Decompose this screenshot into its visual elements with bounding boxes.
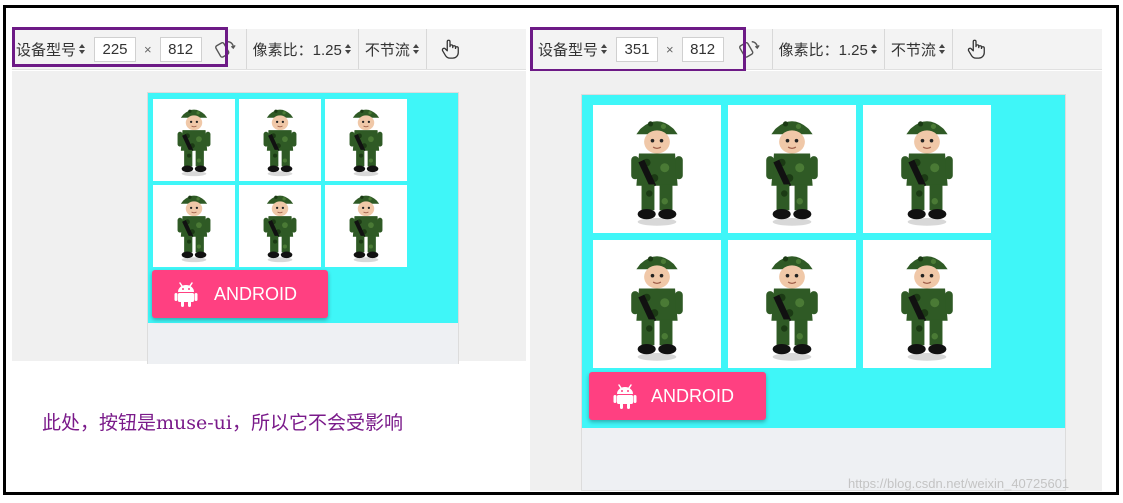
touch-hand-icon bbox=[439, 38, 461, 60]
rotate-device-icon bbox=[214, 38, 236, 60]
sort-arrows-icon bbox=[870, 43, 878, 55]
left-device-toolbar: 设备型号 225 × 812 像素比：1.25 不节流 bbox=[12, 29, 526, 70]
right-image-tile bbox=[593, 240, 721, 368]
right-image-tile bbox=[593, 105, 721, 233]
soldier-figure-image bbox=[177, 195, 211, 263]
soldier-figure-image bbox=[630, 120, 684, 227]
right-throttle-select[interactable]: 不节流 bbox=[885, 29, 953, 69]
right-pixel-ratio-select[interactable]: 像素比：1.25 bbox=[773, 29, 885, 69]
right-times-sign: × bbox=[666, 41, 674, 57]
right-device-toolbar: 设备型号 351 × 812 像素比：1.25 不节流 bbox=[530, 29, 1102, 70]
soldier-figure-image bbox=[900, 255, 954, 362]
left-image-tile bbox=[325, 185, 407, 267]
soldier-figure-image bbox=[765, 255, 819, 362]
right-android-button-label: ANDROID bbox=[651, 385, 735, 406]
right-rotate-button[interactable] bbox=[726, 29, 773, 69]
right-image-tile bbox=[863, 105, 991, 233]
watermark: https://blog.csdn.net/weixin_40725601 bbox=[848, 476, 1070, 491]
soldier-figure-image bbox=[765, 120, 819, 227]
touch-hand-icon bbox=[965, 38, 987, 60]
left-image-tile bbox=[239, 99, 321, 181]
rotate-device-icon bbox=[738, 38, 760, 60]
left-rotate-button[interactable] bbox=[204, 29, 247, 69]
soldier-figure-image bbox=[263, 195, 297, 263]
right-throttle-label: 不节流 bbox=[890, 41, 936, 59]
sort-arrows-icon bbox=[600, 43, 608, 55]
soldier-figure-image bbox=[263, 109, 297, 177]
left-throttle-select[interactable]: 不节流 bbox=[359, 29, 427, 69]
left-device-label: 设备型号 bbox=[16, 41, 77, 59]
soldier-figure-image bbox=[177, 109, 211, 177]
soldier-figure-image bbox=[630, 255, 684, 362]
left-pixel-ratio-label: 像素比：1.25 bbox=[252, 41, 342, 59]
left-width-input[interactable]: 225 bbox=[94, 36, 137, 62]
right-touch-toggle[interactable] bbox=[953, 29, 999, 69]
left-android-button-label: ANDROID bbox=[214, 283, 298, 304]
left-device-model-select[interactable]: 设备型号 bbox=[12, 29, 92, 69]
android-robot-icon bbox=[174, 280, 198, 308]
soldier-figure-image bbox=[349, 109, 383, 177]
right-width-input[interactable]: 351 bbox=[616, 36, 659, 62]
left-pixel-ratio-select[interactable]: 像素比：1.25 bbox=[247, 29, 359, 69]
left-image-tile bbox=[153, 99, 235, 181]
right-android-button[interactable]: ANDROID bbox=[589, 372, 766, 420]
left-image-tile bbox=[239, 185, 321, 267]
soldier-figure-image bbox=[349, 195, 383, 263]
left-height-input[interactable]: 812 bbox=[159, 36, 202, 62]
sort-arrows-icon bbox=[344, 43, 352, 55]
right-dimensions: 351 × 812 bbox=[614, 29, 726, 69]
left-times-sign: × bbox=[144, 41, 152, 57]
right-device-label: 设备型号 bbox=[538, 41, 599, 59]
sort-arrows-icon bbox=[938, 43, 946, 55]
right-height-input[interactable]: 812 bbox=[681, 36, 724, 62]
right-pixel-ratio-label: 像素比：1.25 bbox=[778, 41, 868, 59]
left-touch-toggle[interactable] bbox=[427, 29, 473, 69]
right-image-tile bbox=[728, 105, 856, 233]
left-android-button[interactable]: ANDROID bbox=[152, 270, 328, 318]
right-device-model-select[interactable]: 设备型号 bbox=[530, 29, 614, 69]
left-throttle-label: 不节流 bbox=[364, 41, 410, 59]
annotation-text: 此处，按钮是muse-ui，所以它不会受影响 bbox=[42, 412, 403, 434]
right-image-tile bbox=[728, 240, 856, 368]
left-image-tile bbox=[325, 99, 407, 181]
sort-arrows-icon bbox=[412, 43, 420, 55]
right-image-tile bbox=[863, 240, 991, 368]
left-image-tile bbox=[153, 185, 235, 267]
android-robot-icon bbox=[613, 382, 637, 410]
sort-arrows-icon bbox=[78, 43, 86, 55]
soldier-figure-image bbox=[900, 120, 954, 227]
screenshot-frame: 设备型号 225 × 812 像素比：1.25 不节流 ANDROID 此处，按… bbox=[3, 5, 1119, 495]
left-dimensions: 225 × 812 bbox=[92, 29, 204, 69]
